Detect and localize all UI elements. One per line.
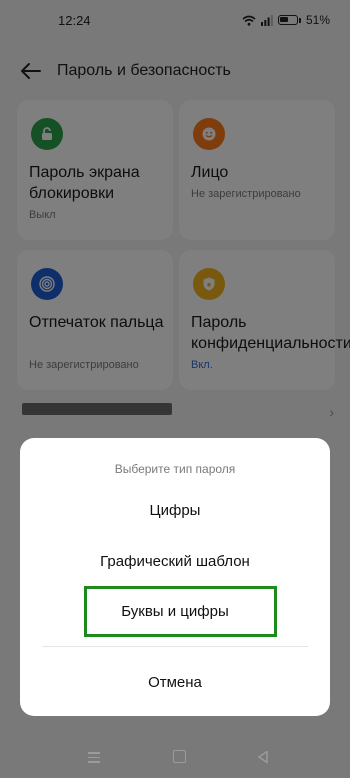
password-type-dialog: Выберите тип пароля Цифры Графический ша… [20, 438, 330, 716]
divider [42, 646, 308, 647]
dialog-heading: Выберите тип пароля [114, 462, 236, 476]
cancel-button[interactable]: Отмена [20, 674, 330, 691]
option-alphanumeric[interactable]: Буквы и цифры [20, 603, 330, 620]
option-digits[interactable]: Цифры [20, 502, 330, 519]
nav-menu-icon[interactable] [88, 752, 100, 763]
nav-home-icon[interactable] [173, 750, 186, 763]
nav-back-icon[interactable] [257, 750, 269, 764]
option-pattern[interactable]: Графический шаблон [20, 553, 330, 570]
